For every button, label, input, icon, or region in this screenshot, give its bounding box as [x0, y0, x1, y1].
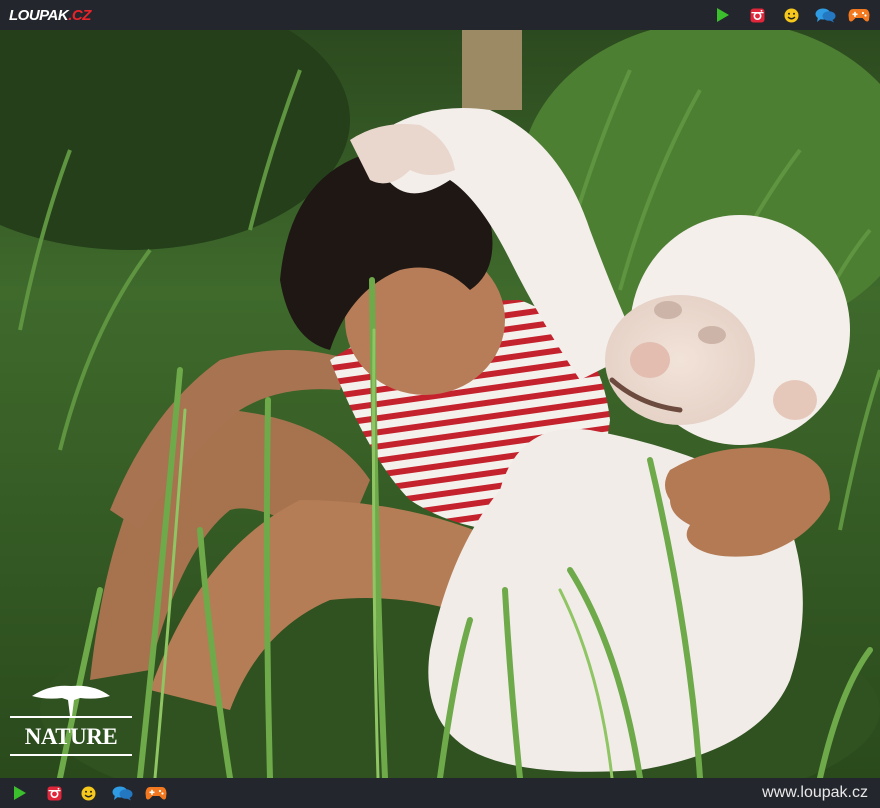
gamepad-icon[interactable] — [848, 5, 870, 25]
top-bar: LOUPAK.CZ — [0, 0, 880, 30]
tree-trunk — [462, 30, 522, 110]
main-photo: NATURE — [0, 30, 880, 778]
site-url-link[interactable]: www.loupak.cz — [762, 784, 868, 802]
smiley-icon[interactable] — [780, 5, 802, 25]
gorilla-eye-right — [698, 326, 726, 344]
top-icon-group — [712, 5, 870, 25]
instagram-icon[interactable] — [43, 783, 65, 803]
gorilla-eye-left — [654, 301, 682, 319]
nature-watermark: NATURE — [10, 682, 132, 772]
gorilla-nose — [630, 342, 670, 378]
logo-main: LOUPAK — [9, 6, 69, 24]
play-icon[interactable] — [712, 5, 734, 25]
photo-illustration — [0, 30, 880, 778]
gamepad-icon[interactable] — [145, 783, 167, 803]
chat-icon[interactable] — [814, 5, 836, 25]
play-icon[interactable] — [9, 783, 31, 803]
instagram-icon[interactable] — [746, 5, 768, 25]
smiley-icon[interactable] — [77, 783, 99, 803]
watermark-underline — [10, 754, 132, 756]
nature-watermark-text: NATURE — [24, 724, 118, 749]
acacia-tree-icon — [10, 685, 132, 718]
chat-icon[interactable] — [111, 783, 133, 803]
bottom-bar: www.loupak.cz — [0, 778, 880, 808]
logo-tld: .CZ — [68, 6, 91, 24]
bottom-icon-group — [9, 783, 167, 803]
gorilla-ear — [773, 380, 817, 420]
site-logo[interactable]: LOUPAK.CZ — [9, 7, 91, 24]
